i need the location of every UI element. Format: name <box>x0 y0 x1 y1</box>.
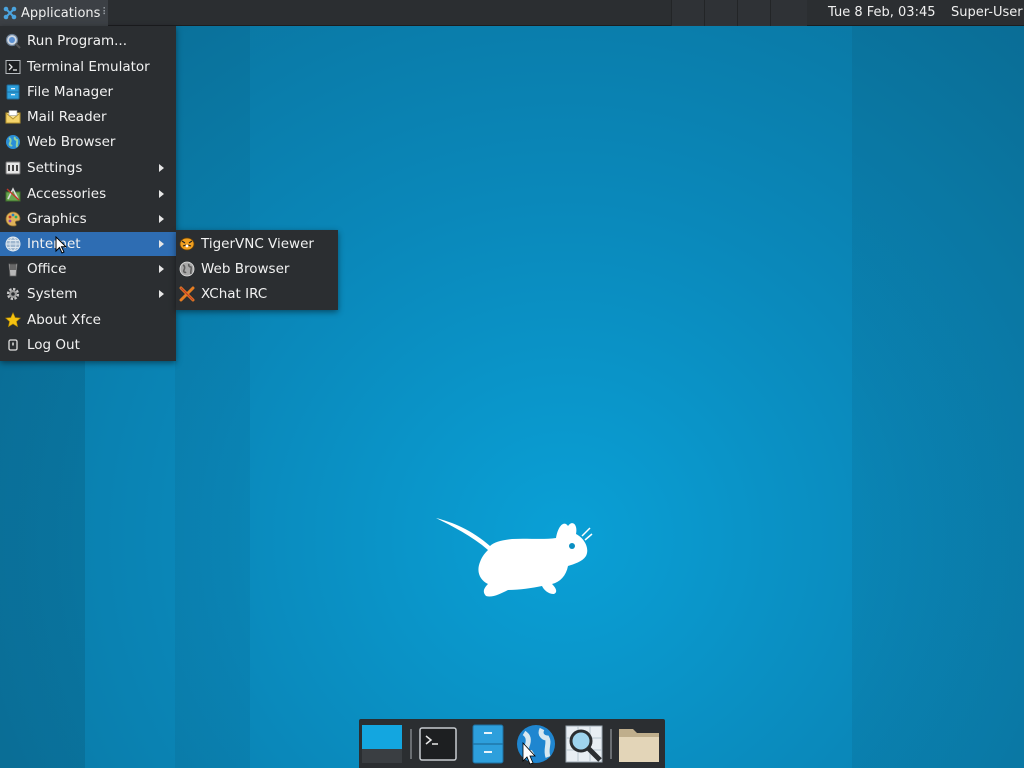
menu-item-settings[interactable]: Settings <box>0 156 176 180</box>
submenu-item-tigervnc-viewer[interactable]: TigerVNC Viewer <box>176 232 338 256</box>
menu-item-mail-reader[interactable]: Mail Reader <box>0 105 176 129</box>
menu-item-graphics[interactable]: Graphics <box>0 207 176 231</box>
menu-item-accessories[interactable]: Accessories <box>0 182 176 206</box>
menu-item-internet[interactable]: Internet <box>0 232 176 256</box>
menu-label-system: System <box>27 286 78 302</box>
dock-separator <box>610 729 612 759</box>
web-browser-icon <box>6 135 20 149</box>
menu-item-run-program[interactable]: Run Program... <box>0 29 176 53</box>
settings-icon <box>5 161 21 175</box>
dock-show-desktop[interactable] <box>361 723 403 765</box>
accessories-icon <box>5 187 21 202</box>
terminal-icon <box>5 60 21 74</box>
menu-label-about-xfce: About Xfce <box>27 312 101 328</box>
menu-item-office[interactable]: Office <box>0 257 176 281</box>
file-manager-icon <box>472 724 504 764</box>
dock-file-manager[interactable] <box>467 723 509 765</box>
submenu-arrow-icon <box>159 215 164 223</box>
menu-item-file-manager[interactable]: File Manager <box>0 80 176 104</box>
office-icon <box>8 261 18 277</box>
terminal-icon <box>419 727 457 761</box>
applications-menu: Run Program... Terminal Emulator File Ma… <box>0 26 176 361</box>
submenu-item-web-browser[interactable]: Web Browser <box>176 257 338 281</box>
show-desktop-icon <box>362 725 402 763</box>
menu-label-web-browser: Web Browser <box>27 134 116 150</box>
top-panel: Applications ⠇ Tue 8 Feb, 03:45 Super-Us… <box>0 0 1024 26</box>
menu-label-accessories: Accessories <box>27 186 107 202</box>
internet-submenu: TigerVNC Viewer Web Browser XChat IRC <box>176 230 338 310</box>
submenu-label-xchat-irc: XChat IRC <box>201 286 268 302</box>
folder-icon <box>619 729 659 762</box>
menu-label-log-out: Log Out <box>27 337 80 353</box>
web-browser-icon <box>179 261 195 277</box>
mouse-cursor-icon <box>55 236 67 254</box>
submenu-label-web-browser: Web Browser <box>201 261 290 277</box>
submenu-arrow-icon <box>159 190 164 198</box>
mail-icon <box>5 110 21 124</box>
run-icon <box>5 33 21 49</box>
menu-label-mail-reader: Mail Reader <box>27 109 107 125</box>
workspace-1[interactable] <box>671 0 704 26</box>
menu-item-web-browser[interactable]: Web Browser <box>0 130 176 154</box>
submenu-arrow-icon <box>159 240 164 248</box>
xfce-logo-icon <box>3 6 17 20</box>
dock-separator <box>410 729 412 759</box>
menu-label-office: Office <box>27 261 67 277</box>
dock-web-browser[interactable] <box>515 723 557 765</box>
submenu-label-tigervnc-viewer: TigerVNC Viewer <box>201 236 314 252</box>
logout-icon <box>8 339 18 351</box>
web-browser-icon <box>517 725 555 765</box>
xfce-mouse-logo <box>436 518 593 597</box>
graphics-icon <box>5 211 21 227</box>
menu-item-about-xfce[interactable]: About Xfce <box>0 308 176 332</box>
dock-panel <box>359 719 665 768</box>
submenu-arrow-icon <box>159 290 164 298</box>
applications-menu-button[interactable]: Applications ⠇ <box>0 0 110 26</box>
dock-terminal[interactable] <box>417 723 459 765</box>
search-icon <box>565 725 603 763</box>
menu-label-settings: Settings <box>27 160 83 176</box>
dock-app-finder[interactable] <box>563 723 605 765</box>
menu-label-terminal-emulator: Terminal Emulator <box>27 59 150 75</box>
submenu-arrow-icon <box>159 164 164 172</box>
applications-label: Applications <box>21 5 101 21</box>
menu-label-file-manager: File Manager <box>27 84 114 100</box>
workspace-3[interactable] <box>737 0 770 26</box>
workspace-2[interactable] <box>704 0 737 26</box>
user-menu[interactable]: Super-User <box>951 0 1023 26</box>
panel-grip: ⠇ <box>102 7 110 18</box>
menu-item-log-out[interactable]: Log Out <box>0 333 176 357</box>
menu-label-internet: Internet <box>27 236 81 252</box>
submenu-arrow-icon <box>159 265 164 273</box>
workspace-4[interactable] <box>770 0 807 26</box>
submenu-item-xchat-irc[interactable]: XChat IRC <box>176 282 338 306</box>
panel-clock[interactable]: Tue 8 Feb, 03:45 <box>828 0 936 26</box>
file-manager-icon <box>6 84 20 100</box>
menu-label-graphics: Graphics <box>27 211 87 227</box>
menu-item-terminal-emulator[interactable]: Terminal Emulator <box>0 55 176 79</box>
tigervnc-icon <box>179 237 195 251</box>
menu-item-system[interactable]: System <box>0 282 176 306</box>
dock-home-folder[interactable] <box>618 723 660 765</box>
gear-icon <box>6 287 20 301</box>
xchat-icon <box>179 286 195 302</box>
internet-icon <box>5 236 21 252</box>
menu-label-run-program: Run Program... <box>27 33 128 49</box>
star-icon <box>5 312 21 328</box>
